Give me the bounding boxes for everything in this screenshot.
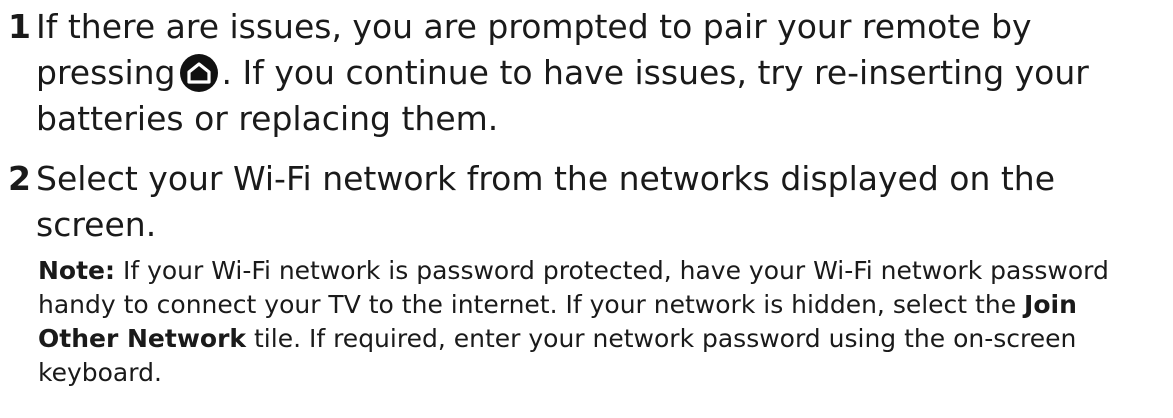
step-number: 2 (8, 159, 31, 198)
note-text-1: If your Wi-Fi network is password protec… (38, 256, 1109, 319)
step-1: 1 If there are issues, you are prompted … (8, 4, 1173, 142)
step-text: Select your Wi-Fi network from the netwo… (36, 159, 1056, 244)
home-icon (179, 54, 218, 92)
step-content: Select your Wi-Fi network from the netwo… (36, 156, 1156, 390)
step-2: 2 Select your Wi-Fi network from the net… (8, 156, 1173, 390)
note-paragraph: Note: If your Wi-Fi network is password … (36, 254, 1156, 390)
step-text: If there are issues, you are prompted to… (36, 4, 1156, 142)
note-label: Note: (38, 256, 116, 285)
instructions-page: 1 If there are issues, you are prompted … (0, 0, 1173, 418)
step-number: 1 (8, 7, 31, 46)
